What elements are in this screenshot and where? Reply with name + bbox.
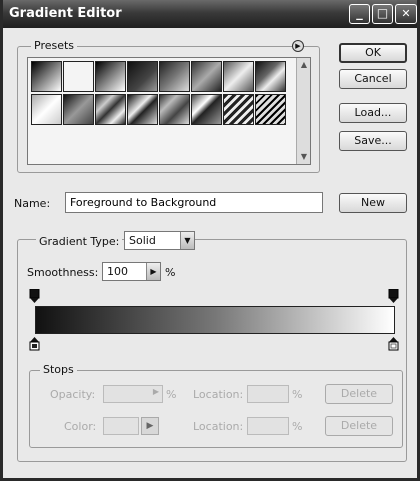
preset-swatch-copper[interactable] (95, 94, 126, 125)
presets-scrollbar[interactable]: ▲ ▼ (296, 58, 310, 164)
save-button[interactable]: Save... (339, 131, 407, 151)
preset-swatch-spectrum[interactable] (159, 94, 190, 125)
preset-swatch-foreground-to-transparent[interactable] (63, 61, 94, 92)
preset-swatch-neutral-density[interactable] (255, 94, 286, 125)
circle-arrow-icon[interactable]: ▶ (292, 40, 304, 52)
chevron-right-icon[interactable]: ▶ (146, 263, 160, 280)
gradient-preview-bar[interactable] (35, 306, 395, 334)
color-stop-left-icon[interactable] (29, 336, 40, 351)
preset-swatch-yellow-violet-orange[interactable] (63, 94, 94, 125)
opacity-field[interactable]: ▶ (103, 385, 163, 403)
opacity-stop-left-icon[interactable] (29, 289, 40, 304)
preset-swatch-violet-orange[interactable] (159, 61, 190, 92)
preset-swatch-transparent-stripes[interactable] (223, 94, 254, 125)
ok-button[interactable]: OK (339, 43, 407, 63)
minimize-button[interactable]: _ (349, 4, 370, 24)
color-location-label: Location: (193, 420, 244, 433)
gradient-type-select[interactable]: Solid ▼ (124, 231, 195, 250)
opacity-location-percent: % (292, 388, 303, 401)
presets-label: Presets (31, 39, 78, 52)
gradient-editor-window: Gradient Editor _ □ ✕ Presets ▶ ▲ ▼ OK C… (0, 0, 420, 481)
smoothness-value: 100 (107, 265, 128, 278)
preset-swatch-blue-yellow-blue[interactable] (223, 61, 254, 92)
name-input[interactable] (65, 192, 323, 213)
opacity-percent: % (166, 388, 177, 401)
opacity-label: Opacity: (50, 388, 96, 401)
smoothness-unit: % (165, 266, 176, 279)
preset-swatch-chrome[interactable] (127, 94, 158, 125)
cancel-button[interactable]: Cancel (339, 69, 407, 89)
preset-swatch-transparent-rainbow[interactable] (191, 94, 222, 125)
color-label: Color: (64, 420, 97, 433)
preset-swatch-violet-green-orange[interactable] (31, 94, 62, 125)
restore-button[interactable]: □ (372, 4, 393, 24)
opacity-delete-button[interactable]: Delete (325, 384, 393, 404)
color-swatch-field[interactable] (103, 417, 139, 435)
color-location-percent: % (292, 420, 303, 433)
close-button[interactable]: ✕ (395, 4, 417, 24)
stops-label: Stops (40, 363, 77, 376)
color-stop-right-icon[interactable] (388, 336, 399, 351)
new-button[interactable]: New (339, 193, 407, 213)
smoothness-label: Smoothness: (27, 266, 99, 279)
minimize-icon: _ (356, 6, 363, 21)
opacity-location-field[interactable] (247, 385, 289, 403)
restore-icon: □ (376, 6, 389, 20)
color-location-field[interactable] (247, 417, 289, 435)
color-picker-arrow-icon[interactable]: ▶ (141, 417, 159, 435)
preset-swatch-dark-blue-gradient[interactable] (127, 61, 158, 92)
preset-swatch-blue-red-yellow[interactable] (191, 61, 222, 92)
preset-swatch-orange-yellow-orange[interactable] (255, 61, 286, 92)
color-delete-button[interactable]: Delete (325, 416, 393, 436)
opacity-stop-right-icon[interactable] (388, 289, 399, 304)
preset-swatch-grid: ▲ ▼ (27, 57, 311, 165)
load-button[interactable]: Load... (339, 103, 407, 123)
scroll-down-icon[interactable]: ▼ (298, 151, 310, 163)
opacity-location-label: Location: (193, 388, 244, 401)
scroll-up-icon[interactable]: ▲ (298, 59, 310, 71)
smoothness-field[interactable]: 100 ▶ (102, 262, 161, 281)
close-icon: ✕ (401, 7, 411, 20)
chevron-down-icon: ▼ (180, 232, 194, 249)
window-title: Gradient Editor (9, 6, 122, 21)
preset-swatch-black-white[interactable] (95, 61, 126, 92)
preset-swatch-foreground-to-background[interactable] (31, 61, 62, 92)
gradient-type-label: Gradient Type: (36, 235, 123, 248)
chevron-right-icon: ▶ (152, 387, 159, 396)
gradient-type-value: Solid (129, 234, 156, 247)
stops-frame (29, 370, 403, 448)
name-label: Name: (14, 197, 51, 210)
